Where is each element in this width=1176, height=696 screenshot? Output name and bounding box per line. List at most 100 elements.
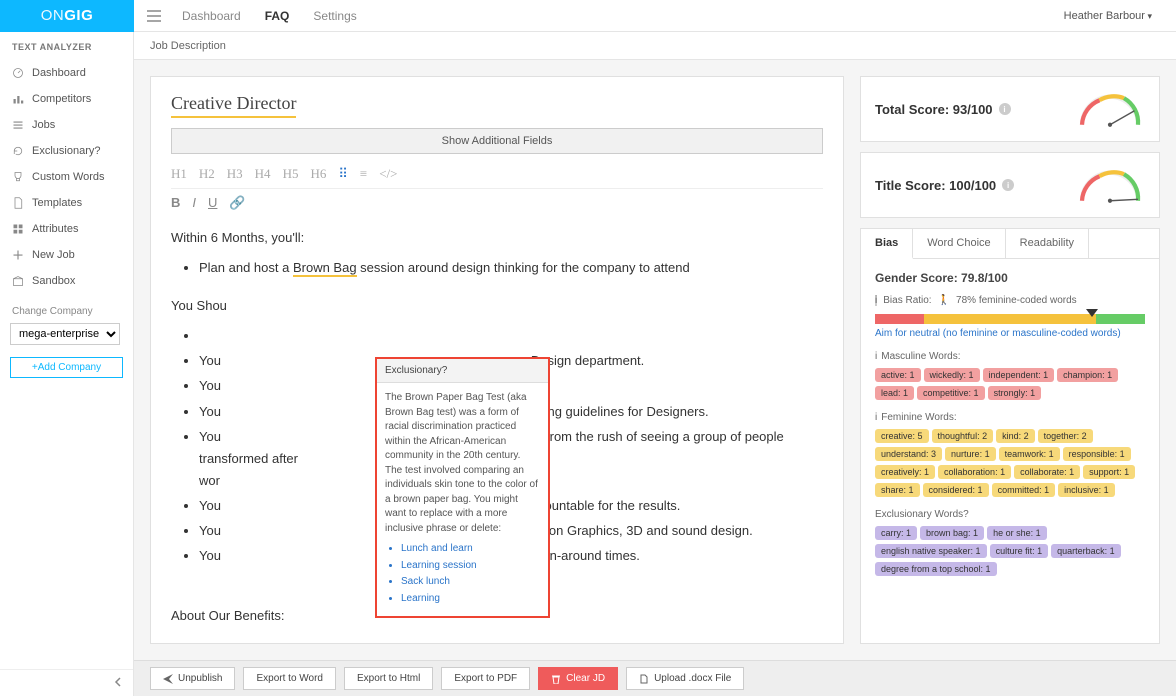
word-pill[interactable]: considered: 1 (923, 483, 989, 497)
grid-icon (12, 223, 24, 235)
menu-toggle-icon[interactable] (134, 8, 174, 24)
tab-word-choice[interactable]: Word Choice (913, 229, 1005, 258)
h5-button[interactable]: H5 (283, 166, 299, 182)
export-word-button[interactable]: Export to Word (243, 667, 336, 690)
word-pill[interactable]: inclusive: 1 (1058, 483, 1115, 497)
word-pill[interactable]: support: 1 (1083, 465, 1135, 479)
italic-button[interactable]: I (192, 195, 196, 211)
sidebar-item-custom-words[interactable]: Custom Words (0, 164, 133, 190)
sidebar-item-jobs[interactable]: Jobs (0, 112, 133, 138)
word-pill[interactable]: committed: 1 (992, 483, 1056, 497)
word-pill[interactable]: wickedly: 1 (924, 368, 980, 382)
bold-button[interactable]: B (171, 195, 180, 211)
brand-first: ON (41, 7, 65, 24)
total-score-card: Total Score: 93/100 i (860, 76, 1160, 142)
info-icon[interactable]: i (999, 103, 1011, 115)
trophy-icon (12, 171, 24, 183)
add-company-button[interactable]: +Add Company (10, 357, 123, 378)
info-icon[interactable]: i (875, 295, 877, 306)
flagged-phrase-brown-bag[interactable]: Brown Bag (293, 260, 357, 277)
h1-button[interactable]: H1 (171, 166, 187, 182)
underline-button[interactable]: U (208, 195, 217, 211)
word-pill[interactable]: collaborate: 1 (1014, 465, 1080, 479)
unpublish-button[interactable]: Unpublish (150, 667, 235, 690)
code-icon[interactable]: </> (379, 166, 397, 182)
h4-button[interactable]: H4 (255, 166, 271, 182)
h2-button[interactable]: H2 (199, 166, 215, 182)
upload-docx-button[interactable]: Upload .docx File (626, 667, 744, 690)
sidebar-item-attributes[interactable]: Attributes (0, 216, 133, 242)
word-pill[interactable]: active: 1 (875, 368, 921, 382)
word-pill[interactable]: he or she: 1 (987, 526, 1047, 540)
info-icon[interactable]: i (1002, 179, 1014, 191)
sidebar-collapse[interactable] (0, 669, 133, 696)
export-pdf-button[interactable]: Export to PDF (441, 667, 530, 690)
nav-settings[interactable]: Settings (313, 9, 356, 23)
suggestion-link[interactable]: Learning session (401, 559, 540, 574)
person-icon: 🚶 (938, 295, 950, 306)
sidebar-item-label: Jobs (32, 119, 55, 131)
word-pill[interactable]: teamwork: 1 (999, 447, 1060, 461)
format-toolbar: B I U 🔗 (171, 195, 823, 211)
word-pill[interactable]: thoughtful: 2 (932, 429, 994, 443)
word-pill[interactable]: creatively: 1 (875, 465, 935, 479)
sidebar-item-templates[interactable]: Templates (0, 190, 133, 216)
company-select[interactable]: mega-enterprises (10, 323, 120, 345)
sidebar-item-sandbox[interactable]: Sandbox (0, 268, 133, 294)
word-pill[interactable]: carry: 1 (875, 526, 917, 540)
change-company-label: Change Company (0, 294, 133, 321)
word-pill[interactable]: degree from a top school: 1 (875, 562, 997, 576)
export-html-button[interactable]: Export to Html (344, 667, 433, 690)
word-pill[interactable]: independent: 1 (983, 368, 1055, 382)
total-score-gauge (1075, 89, 1145, 129)
link-icon[interactable]: 🔗 (229, 195, 245, 211)
show-additional-fields-button[interactable]: Show Additional Fields (171, 128, 823, 154)
user-menu[interactable]: Heather Barbour (1064, 10, 1176, 22)
info-icon[interactable]: i (875, 351, 877, 362)
h3-button[interactable]: H3 (227, 166, 243, 182)
word-pill[interactable]: collaboration: 1 (938, 465, 1011, 479)
section-head: You Shou (171, 295, 823, 317)
word-pill[interactable]: creative: 5 (875, 429, 929, 443)
word-pill[interactable]: brown bag: 1 (920, 526, 984, 540)
file-icon (639, 674, 649, 684)
word-pill[interactable]: culture fit: 1 (990, 544, 1049, 558)
sidebar-item-exclusionary[interactable]: Exclusionary? (0, 138, 133, 164)
word-pill[interactable]: competitive: 1 (917, 386, 985, 400)
h6-button[interactable]: H6 (310, 166, 326, 182)
bias-hint[interactable]: Aim for neutral (no feminine or masculin… (875, 328, 1145, 339)
suggestion-link[interactable]: Lunch and learn (401, 542, 540, 557)
numbered-list-icon[interactable]: ≡ (360, 166, 367, 182)
word-pill[interactable]: understand: 3 (875, 447, 942, 461)
list-item: Plan and host a Brown Bag session around… (199, 257, 823, 279)
sidebar-item-new-job[interactable]: New Job (0, 242, 133, 268)
suggestion-link[interactable]: Sack lunch (401, 575, 540, 590)
word-pill[interactable]: share: 1 (875, 483, 920, 497)
sidebar-item-label: Custom Words (32, 171, 105, 183)
info-icon[interactable]: i (875, 412, 877, 423)
section-head: Within 6 Months, you'll: (171, 227, 823, 249)
nav-dashboard[interactable]: Dashboard (182, 9, 241, 23)
word-pill[interactable]: strongly: 1 (988, 386, 1042, 400)
suggestion-link[interactable]: Learning (401, 592, 540, 607)
sidebar: TEXT ANALYZER Dashboard Competitors Jobs… (0, 32, 134, 696)
clear-jd-button[interactable]: Clear JD (538, 667, 618, 690)
topbar: ONGIG Dashboard FAQ Settings Heather Bar… (0, 0, 1176, 32)
word-pill[interactable]: together: 2 (1038, 429, 1093, 443)
tab-readability[interactable]: Readability (1006, 229, 1089, 258)
tab-bias[interactable]: Bias (861, 229, 913, 259)
word-pill[interactable]: quarterback: 1 (1051, 544, 1121, 558)
bottom-toolbar: Unpublish Export to Word Export to Html … (134, 660, 1176, 696)
word-pill[interactable]: nurture: 1 (945, 447, 996, 461)
sidebar-item-competitors[interactable]: Competitors (0, 86, 133, 112)
word-pill[interactable]: english native speaker: 1 (875, 544, 987, 558)
word-pill[interactable]: responsible: 1 (1063, 447, 1131, 461)
job-title[interactable]: Creative Director (171, 93, 296, 118)
sidebar-item-dashboard[interactable]: Dashboard (0, 60, 133, 86)
bullet-list-icon[interactable]: ⠿ (338, 166, 348, 182)
word-pill[interactable]: kind: 2 (996, 429, 1035, 443)
word-pill[interactable]: champion: 1 (1057, 368, 1118, 382)
bias-ratio-value: 78% feminine-coded words (956, 295, 1077, 306)
nav-faq[interactable]: FAQ (265, 9, 290, 23)
word-pill[interactable]: lead: 1 (875, 386, 914, 400)
